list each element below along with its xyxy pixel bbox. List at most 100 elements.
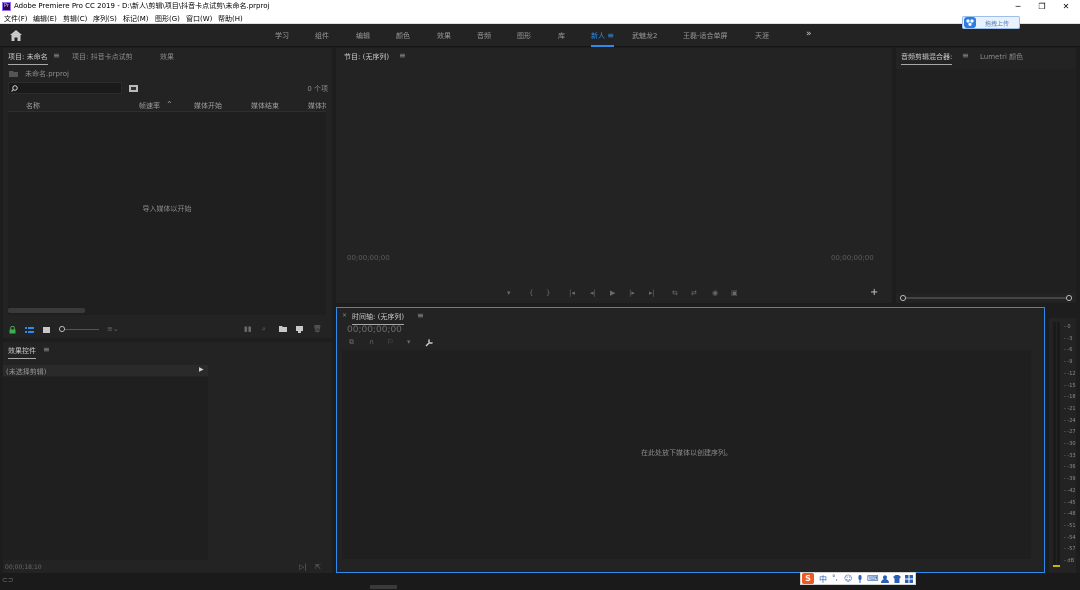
menu-sequence[interactable]: 序列(S): [93, 14, 117, 24]
automate-to-sequence-icon[interactable]: ▮▮: [244, 325, 252, 333]
play-button[interactable]: ▶: [610, 289, 615, 297]
tab-effects[interactable]: 效果: [160, 52, 174, 62]
column-media-duration[interactable]: 媒体持: [308, 101, 326, 111]
workspace-effects[interactable]: 效果: [437, 31, 451, 41]
panel-menu-icon[interactable]: ≡: [399, 51, 406, 60]
wrench-icon[interactable]: [425, 338, 434, 347]
ime-punctuation[interactable]: °,: [832, 574, 838, 582]
snap-icon[interactable]: ∩: [369, 338, 374, 346]
panel-menu-icon[interactable]: ≡: [962, 51, 969, 60]
workspace-custom-1[interactable]: 武魅龙2: [632, 31, 657, 41]
workspace-menu-icon[interactable]: ≡: [607, 31, 614, 40]
upload-widget[interactable]: 拖拽上传: [962, 16, 1020, 29]
add-marker-button[interactable]: ▾: [507, 289, 511, 297]
menu-marker[interactable]: 标记(M): [123, 14, 149, 24]
icon-view-icon[interactable]: [43, 327, 50, 333]
restore-button[interactable]: ❐: [1030, 0, 1054, 13]
expand-arrow-icon[interactable]: ▶: [199, 366, 204, 373]
menu-edit[interactable]: 编辑(E): [33, 14, 57, 24]
workspace-overflow-icon[interactable]: »: [806, 29, 812, 39]
panel-menu-icon[interactable]: ≡: [43, 345, 50, 354]
workspace-audio[interactable]: 音频: [477, 31, 491, 41]
export-frame-button[interactable]: ◉: [712, 289, 718, 297]
ime-chinese-mode[interactable]: 中: [819, 574, 827, 585]
tab-timeline[interactable]: 时间轴: (无序列): [352, 312, 405, 325]
tab-project-douyin[interactable]: 项目: 抖音卡点试剪: [72, 52, 133, 62]
tab-program[interactable]: 节目: (无序列): [344, 52, 390, 65]
program-playhead-timecode[interactable]: 00;00;00;00: [347, 254, 390, 262]
zoom-slider-handle[interactable]: [59, 326, 65, 332]
effect-controls-timeline-area[interactable]: [3, 377, 208, 560]
zoom-slider[interactable]: [59, 326, 99, 332]
new-bin-folder-icon[interactable]: [279, 326, 287, 332]
menu-file[interactable]: 文件(F): [4, 14, 28, 24]
column-name[interactable]: 名称: [26, 101, 40, 111]
new-item-icon[interactable]: [296, 326, 303, 333]
mark-in-button[interactable]: {: [529, 289, 533, 297]
workspace-learning[interactable]: 学习: [275, 31, 289, 41]
project-item-list[interactable]: 导入媒体以开始: [8, 112, 326, 315]
column-media-start[interactable]: 媒体开始: [194, 101, 222, 111]
workspace-custom-3[interactable]: 天涯: [755, 31, 769, 41]
lock-icon[interactable]: [9, 326, 16, 334]
timeline-track-area[interactable]: 在此处放下媒体以创建序列。: [342, 350, 1031, 559]
tab-lumetri-color[interactable]: Lumetri 颜色: [980, 52, 1023, 62]
workspace-custom-2[interactable]: 王磊-适合单屏: [683, 31, 728, 41]
go-to-in-button[interactable]: |◂: [569, 289, 575, 297]
toolbox-icon[interactable]: [905, 575, 913, 583]
workspace-color[interactable]: 颜色: [396, 31, 410, 41]
mark-out-button[interactable]: }: [546, 289, 550, 297]
clear-icon[interactable]: 🗑: [313, 325, 322, 333]
emoji-icon[interactable]: ☺: [844, 574, 852, 583]
export-icon[interactable]: ⇱: [315, 563, 321, 571]
status-scroll-thumb[interactable]: [370, 585, 397, 589]
status-info-icon[interactable]: ⊂⊃: [2, 576, 14, 584]
sort-icon[interactable]: ≡⌄: [107, 325, 119, 333]
button-editor-add[interactable]: +: [870, 287, 878, 298]
column-frame-rate[interactable]: 帧速率: [139, 101, 160, 111]
filter-icon[interactable]: ▷|: [299, 563, 307, 571]
home-icon[interactable]: [10, 30, 22, 41]
scroll-handle-right[interactable]: [1066, 295, 1072, 301]
mixer-scrollbar[interactable]: [900, 295, 1072, 301]
program-video-display[interactable]: [336, 64, 892, 259]
keyboard-icon[interactable]: ⌨: [867, 574, 879, 583]
workspace-assembly[interactable]: 组件: [315, 31, 329, 41]
timeline-timecode[interactable]: 00;00;00;00: [347, 325, 402, 335]
menu-window[interactable]: 窗口(W): [186, 14, 212, 24]
project-scrollbar[interactable]: [8, 308, 85, 313]
find-icon[interactable]: ⌕: [262, 325, 266, 334]
menu-clip[interactable]: 剪辑(C): [63, 14, 87, 24]
workspace-newbie[interactable]: 新人 ≡: [591, 31, 614, 47]
close-button[interactable]: ✕: [1054, 0, 1078, 13]
workspace-editing[interactable]: 编辑: [356, 31, 370, 41]
sogou-logo[interactable]: S: [802, 573, 814, 584]
lift-button[interactable]: ⇆: [672, 289, 678, 297]
scroll-handle-left[interactable]: [900, 295, 906, 301]
workspace-libraries[interactable]: 库: [558, 31, 565, 41]
menu-help[interactable]: 帮助(H): [218, 14, 243, 24]
skin-icon[interactable]: [893, 575, 901, 583]
insert-sequence-icon[interactable]: ⧉: [349, 338, 354, 347]
user-icon[interactable]: [881, 575, 889, 583]
panel-menu-icon[interactable]: ≡: [417, 311, 424, 320]
tab-project-untitled[interactable]: 项目: 未命名: [8, 52, 48, 65]
minimize-button[interactable]: ─: [1006, 0, 1030, 13]
step-back-button[interactable]: ◂|: [590, 289, 596, 297]
project-search-input[interactable]: [8, 82, 122, 94]
step-forward-button[interactable]: |▸: [629, 289, 635, 297]
menu-graphics[interactable]: 图形(G): [155, 14, 180, 24]
microphone-icon[interactable]: [857, 575, 863, 583]
column-media-end[interactable]: 媒体结束: [251, 101, 279, 111]
comparison-view-button[interactable]: ▣: [731, 289, 738, 297]
tab-effect-controls[interactable]: 效果控件: [8, 346, 36, 359]
list-view-icon[interactable]: [25, 327, 34, 333]
new-bin-icon[interactable]: [129, 85, 138, 92]
panel-menu-icon[interactable]: ≡: [53, 51, 60, 60]
close-panel-icon[interactable]: ×: [342, 312, 347, 319]
tab-audio-clip-mixer[interactable]: 音频剪辑混合器:: [901, 52, 953, 65]
workspace-graphics[interactable]: 图形: [517, 31, 531, 41]
linked-selection-icon[interactable]: ⚐: [387, 338, 393, 346]
add-marker-icon[interactable]: ▾: [407, 338, 411, 346]
extract-button[interactable]: ⇄: [691, 289, 697, 297]
